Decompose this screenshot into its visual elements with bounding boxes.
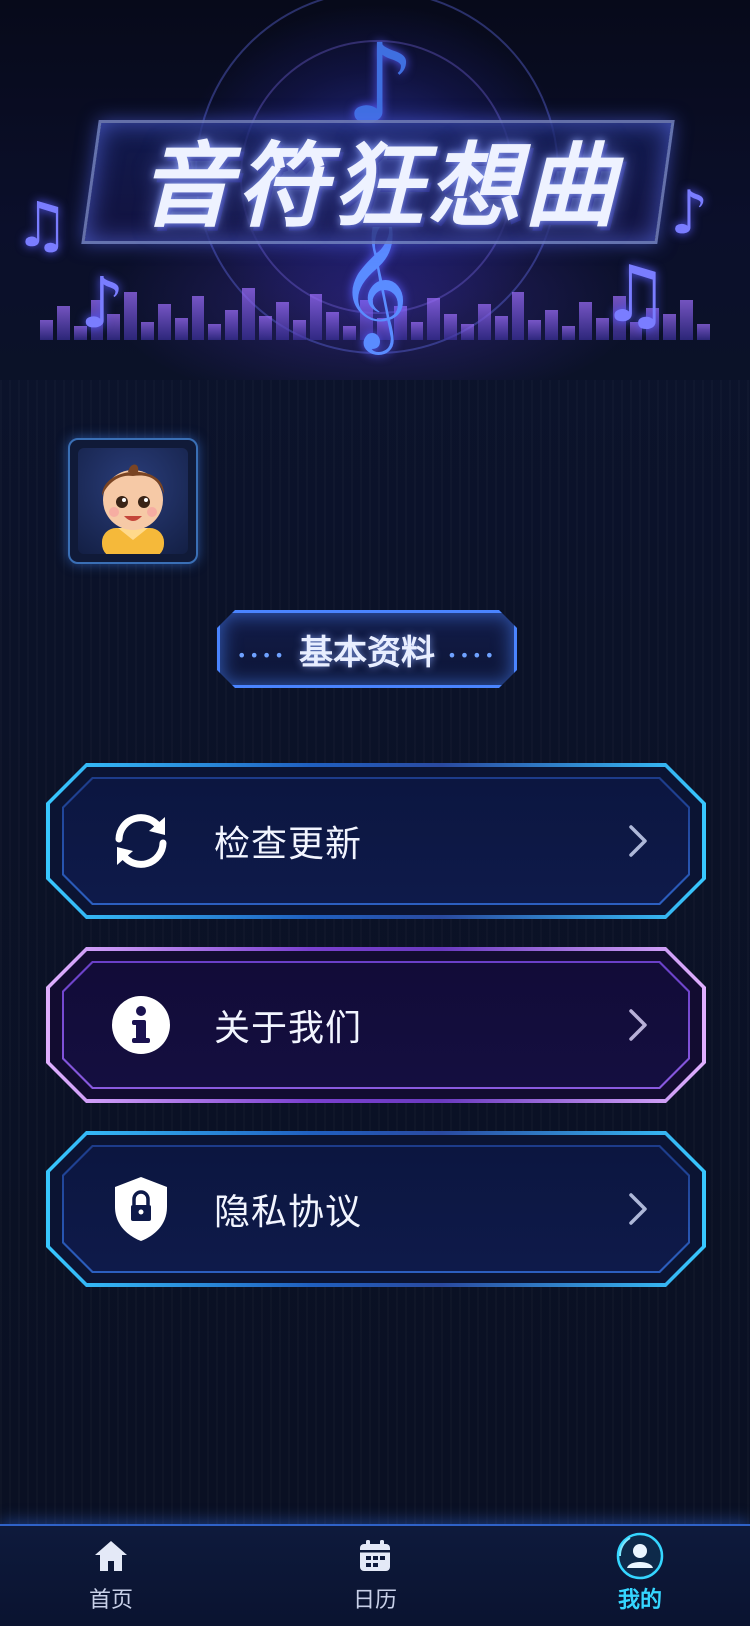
- calendar-icon: [358, 1536, 392, 1576]
- home-icon: [93, 1536, 129, 1576]
- profile-icon: [610, 1532, 670, 1580]
- music-note-icon: ♪: [80, 262, 125, 344]
- chevron-right-icon: [626, 763, 650, 919]
- menu-item-label: 检查更新: [214, 824, 363, 865]
- menu-item-label: 关于我们: [214, 1008, 363, 1049]
- info-icon: [108, 992, 174, 1058]
- app-title: 音符狂想曲: [139, 132, 620, 240]
- menu-item-label: 隐私协议: [214, 1192, 363, 1233]
- menu-item-about-us[interactable]: 关于我们: [46, 947, 706, 1103]
- tab-label: 日历: [352, 1588, 397, 1613]
- boy-avatar-icon: [102, 464, 164, 554]
- tab-profile[interactable]: 我的: [565, 1526, 715, 1626]
- tab-label: 我的: [617, 1588, 662, 1613]
- avatar[interactable]: [68, 438, 198, 564]
- chevron-right-icon: [626, 1131, 650, 1287]
- header-banner: ♫ ♪ ♫ ♪ 𝄞 ♪ 音符狂想曲: [0, 0, 750, 380]
- music-note-icon: ♪: [670, 178, 709, 248]
- music-note-icon: ♫: [14, 188, 70, 261]
- tab-home[interactable]: 首页: [36, 1526, 186, 1626]
- bottom-tab-bar: 首页 日历 我的: [0, 1524, 750, 1626]
- refresh-icon: [108, 808, 174, 874]
- chevron-right-icon: [626, 947, 650, 1103]
- menu-item-privacy-policy[interactable]: 隐私协议: [46, 1131, 706, 1287]
- tab-label: 首页: [88, 1588, 133, 1613]
- section-label-basic-info: •••• •••• 基本资料: [217, 610, 517, 688]
- tab-calendar[interactable]: 日历: [300, 1526, 450, 1626]
- section-label-text: 基本资料: [299, 632, 435, 673]
- shield-lock-icon: [108, 1176, 174, 1242]
- music-note-icon: ♫: [600, 250, 670, 340]
- menu-item-check-update[interactable]: 检查更新: [46, 763, 706, 919]
- avatar-image: [78, 448, 188, 554]
